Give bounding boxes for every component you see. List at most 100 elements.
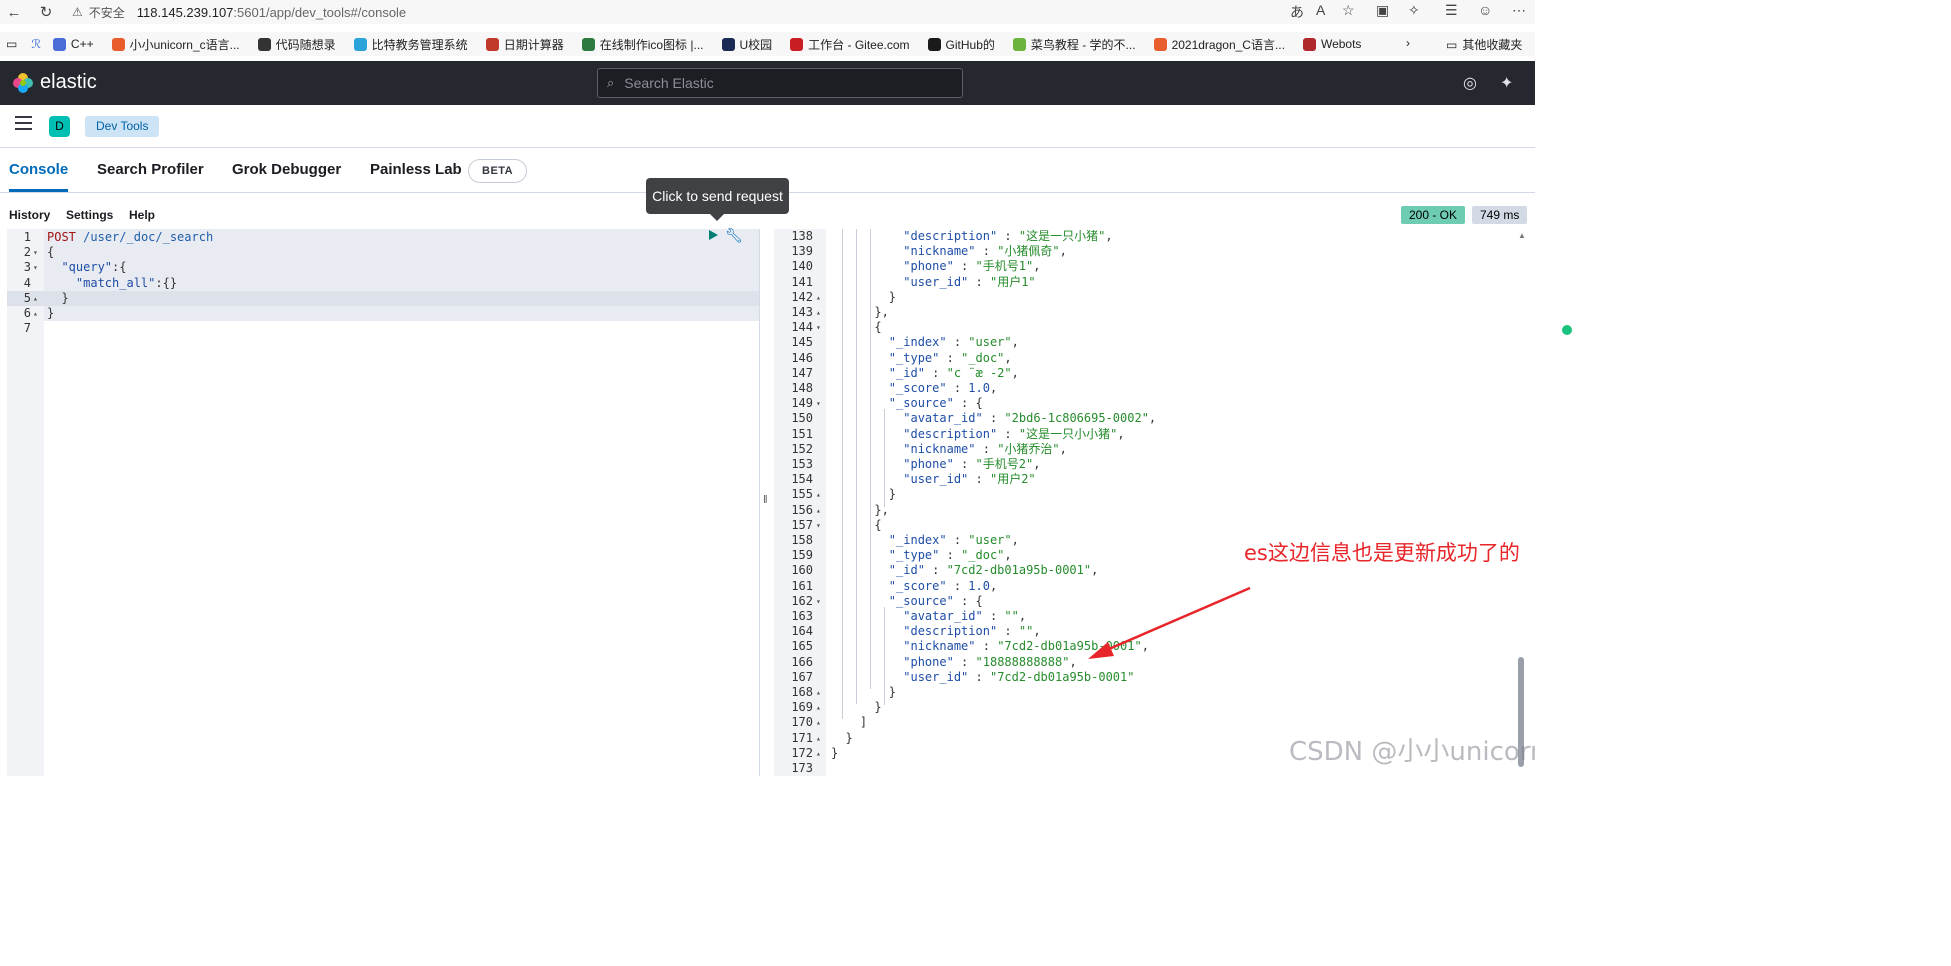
tab-search-profiler[interactable]: Search Profiler: [97, 150, 204, 190]
fold-toggle-icon[interactable]: ▾: [816, 320, 821, 335]
fold-toggle-icon[interactable]: ▴: [816, 503, 821, 518]
code-token: :: [997, 229, 1019, 243]
tab-grok-debugger[interactable]: Grok Debugger: [232, 150, 341, 190]
response-line: 148 "_score" : 1.0,: [774, 381, 1535, 396]
line-number: 145: [791, 335, 813, 350]
fold-toggle-icon[interactable]: ▾: [816, 518, 821, 533]
bookmark-item[interactable]: 菜鸟教程 - 学的不...: [1012, 36, 1136, 53]
fold-toggle-icon[interactable]: ▴: [816, 731, 821, 746]
pane-resizer[interactable]: ‖: [759, 229, 775, 776]
code-token: ,: [1011, 533, 1019, 547]
other-bookmarks[interactable]: ▭ 其他收藏夹: [1446, 36, 1522, 53]
space-avatar[interactable]: D: [49, 116, 70, 137]
scroll-up-icon[interactable]: ▲: [1518, 231, 1526, 240]
bookmark-item[interactable]: 2021dragon_C语言...: [1153, 36, 1285, 53]
request-line: 7: [7, 321, 759, 336]
profile-avatar-icon[interactable]: ☺: [1478, 2, 1492, 18]
code-token: "user_id": [903, 274, 969, 289]
side-indicator-icon[interactable]: [1562, 325, 1572, 335]
line-number: 2: [23, 245, 31, 260]
tab-painless-lab[interactable]: Painless Lab: [370, 150, 462, 190]
global-search[interactable]: ⌕: [597, 68, 963, 98]
favorites-icon[interactable]: ☰: [1445, 2, 1458, 19]
fold-toggle-icon[interactable]: ▾: [816, 396, 821, 411]
bookmark-item[interactable]: 日期计算器: [485, 36, 564, 53]
bookmarks-toggle-icon[interactable]: ▭: [6, 37, 17, 51]
line-number: 1: [23, 230, 31, 244]
help-button[interactable]: Help: [129, 208, 155, 222]
reload-icon[interactable]: ↻: [36, 3, 56, 21]
history-button[interactable]: History: [9, 208, 50, 222]
bookmark-item[interactable]: 比特教务管理系统: [353, 36, 468, 53]
url-field[interactable]: ⚠ 不安全 118.145.239.107:5601/app/dev_tools…: [66, 0, 1366, 24]
elastic-logo[interactable]: elastic: [12, 71, 97, 94]
code-token: }: [831, 730, 853, 745]
breadcrumb-dev-tools[interactable]: Dev Tools: [85, 116, 160, 137]
response-line: 143 ▴ },: [774, 305, 1535, 320]
bookmark-icon: [485, 37, 499, 51]
bookmark-item[interactable]: GitHub的: [927, 36, 995, 53]
bookmark-item[interactable]: 代码随想录: [257, 36, 336, 53]
more-menu-icon[interactable]: ⋯: [1512, 2, 1526, 19]
favorite-star-icon[interactable]: ☆: [1342, 2, 1355, 19]
wrench-icon[interactable]: 🔧︎: [725, 227, 743, 244]
tab-console[interactable]: Console: [9, 150, 69, 192]
code-token: :: [982, 411, 1005, 426]
request-editor[interactable]: 1 POST /user/_doc/_search 2 ▾{3 ▾ "query":{4…: [7, 229, 759, 776]
extension-icon[interactable]: ▣: [1376, 2, 1389, 19]
code-token: "小猪佩奇": [997, 244, 1060, 259]
menu-toggle-icon[interactable]: [15, 116, 32, 132]
line-number: 166: [791, 654, 813, 669]
line-number: 140: [791, 259, 813, 274]
fold-toggle-icon[interactable]: ▾: [33, 245, 38, 260]
read-aloud-icon[interactable]: A: [1316, 2, 1325, 18]
fold-toggle-icon[interactable]: ▴: [816, 746, 821, 761]
breadcrumb-bar: D Dev Tools: [0, 105, 1535, 148]
fold-toggle-icon[interactable]: ▴: [816, 305, 821, 320]
code-token: }: [47, 306, 55, 320]
code-token: ,: [1117, 426, 1125, 441]
code-token: "小猪乔治": [997, 441, 1060, 456]
kibana-header: elastic ⌕ ◎ ✦: [0, 61, 1535, 105]
search-input[interactable]: [622, 74, 947, 92]
fold-toggle-icon[interactable]: ▴: [816, 290, 821, 305]
bookmark-item[interactable]: U校园: [721, 36, 772, 53]
bookmark-item[interactable]: 在线制作ico图标 |...: [581, 36, 704, 53]
fold-toggle-icon[interactable]: ▴: [816, 700, 821, 715]
help-icon[interactable]: ◎: [1463, 73, 1477, 93]
bookmark-item[interactable]: Webots: [1302, 37, 1361, 51]
bookmark-app-icon[interactable]: ℛ: [31, 37, 41, 51]
bookmark-item[interactable]: 小小unicorn_c语言...: [111, 36, 240, 53]
fold-toggle-icon[interactable]: ▾: [33, 260, 38, 275]
newsfeed-icon[interactable]: ✦: [1500, 73, 1513, 93]
line-number: 153: [791, 457, 813, 471]
fold-toggle-icon[interactable]: ▾: [816, 594, 821, 609]
code-token: :: [953, 259, 976, 274]
bookmark-item[interactable]: 工作台 - Gitee.com: [790, 36, 910, 53]
fold-toggle-icon[interactable]: ▴: [816, 487, 821, 502]
code-text: }: [831, 700, 881, 715]
code-text: "_id" : "c ¨æ -2",: [831, 366, 1019, 381]
bookmark-item[interactable]: C++: [52, 37, 94, 51]
fold-toggle-icon[interactable]: ▴: [816, 715, 821, 730]
settings-button[interactable]: Settings: [66, 208, 113, 222]
fold-toggle-icon[interactable]: ▴: [33, 291, 38, 306]
bookmarks-more-icon[interactable]: ›: [1406, 36, 1410, 50]
code-text: }: [831, 487, 896, 502]
send-request-play-icon[interactable]: [709, 230, 718, 240]
bookmark-icon: [257, 37, 271, 51]
puzzle-icon[interactable]: ✧: [1408, 2, 1420, 19]
fold-toggle-icon[interactable]: ▴: [816, 685, 821, 700]
back-icon[interactable]: ←: [4, 4, 24, 21]
fold-toggle-icon[interactable]: ▴: [33, 306, 38, 321]
folder-icon: ▭: [1446, 37, 1458, 52]
translate-icon[interactable]: あ: [1290, 2, 1304, 22]
